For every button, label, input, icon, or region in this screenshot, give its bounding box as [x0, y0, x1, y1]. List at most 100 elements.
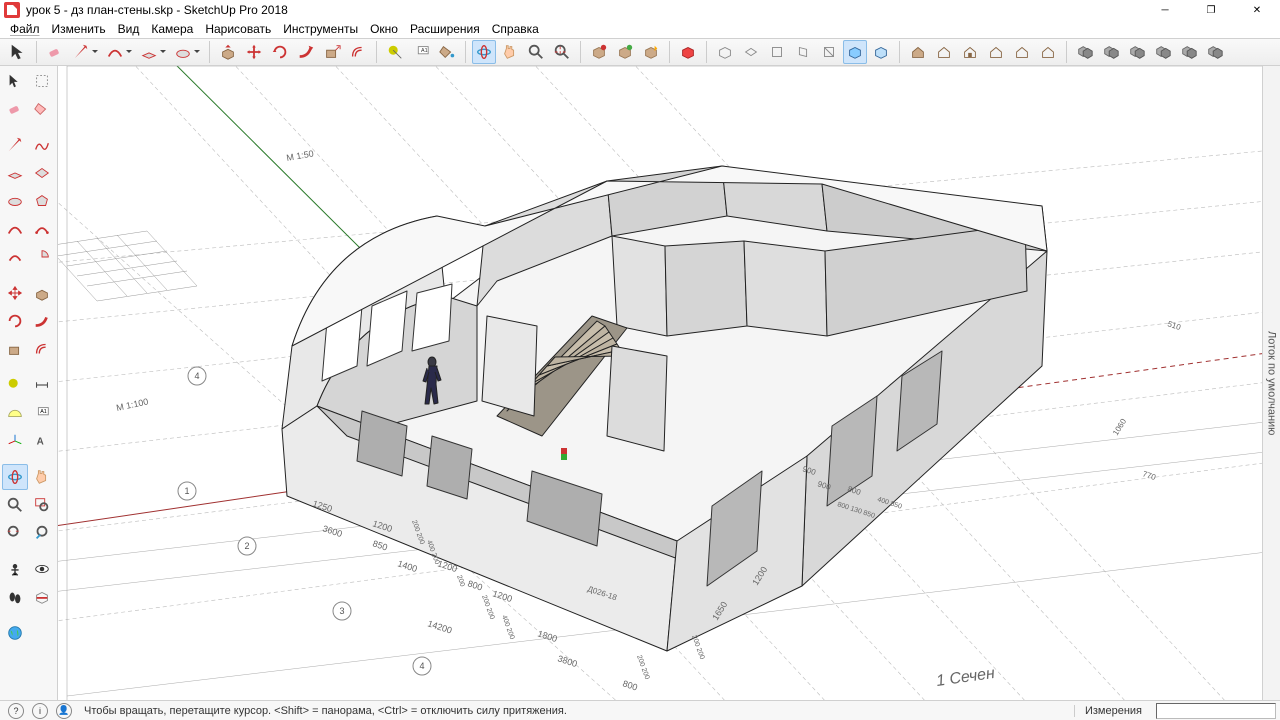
- menu-window[interactable]: Окно: [364, 20, 404, 38]
- svg-text:M 1:50: M 1:50: [286, 148, 315, 163]
- scale-tool[interactable]: [320, 40, 344, 64]
- menu-edit[interactable]: Изменить: [46, 20, 112, 38]
- geo-tool-left[interactable]: [2, 620, 28, 646]
- extension-warehouse-button[interactable]: [676, 40, 700, 64]
- rotated-rect-tool-left[interactable]: [30, 160, 56, 186]
- zoom-previous-tool-left[interactable]: [30, 520, 56, 546]
- 3pt-arc-tool-left[interactable]: [2, 244, 28, 270]
- paint-bucket-tool[interactable]: [435, 40, 459, 64]
- look-around-tool-left[interactable]: [30, 556, 56, 582]
- menu-tools[interactable]: Инструменты: [277, 20, 364, 38]
- house-iso-button[interactable]: [906, 40, 930, 64]
- text-tool-left[interactable]: A1: [30, 400, 56, 426]
- select-tool[interactable]: [6, 40, 30, 64]
- section-tool-left[interactable]: [30, 584, 56, 610]
- svg-text:200 200: 200 200: [635, 654, 650, 680]
- menu-draw[interactable]: Нарисовать: [199, 20, 277, 38]
- orbit-tool-left[interactable]: [2, 464, 28, 490]
- view-front-button[interactable]: [765, 40, 789, 64]
- house-back-button[interactable]: [1010, 40, 1034, 64]
- solid-outer-button[interactable]: [1073, 40, 1097, 64]
- move-tool[interactable]: [242, 40, 266, 64]
- solid-union-button[interactable]: [1125, 40, 1149, 64]
- minimize-button[interactable]: ─: [1142, 0, 1188, 20]
- eraser-tool-left[interactable]: [2, 96, 28, 122]
- follow-me-tool-left[interactable]: [30, 308, 56, 334]
- 3d-warehouse-button[interactable]: [639, 40, 663, 64]
- view-right-button[interactable]: [791, 40, 815, 64]
- arc-tool-left[interactable]: [2, 216, 28, 242]
- tape-tool[interactable]: [383, 40, 407, 64]
- circle-tool-left[interactable]: [2, 188, 28, 214]
- paint-tool-left[interactable]: [30, 96, 56, 122]
- rotate-tool-left[interactable]: [2, 308, 28, 334]
- freehand-tool-left[interactable]: [30, 132, 56, 158]
- house-front-button[interactable]: [958, 40, 982, 64]
- line-tool-left[interactable]: [2, 132, 28, 158]
- user-icon[interactable]: 👤: [56, 703, 72, 719]
- make-component-button[interactable]: [587, 40, 611, 64]
- polygon-tool-left[interactable]: [30, 188, 56, 214]
- close-button[interactable]: ✕: [1234, 0, 1280, 20]
- style-xray-button[interactable]: [869, 40, 893, 64]
- view-back-button[interactable]: [817, 40, 841, 64]
- info-icon[interactable]: i: [32, 703, 48, 719]
- push-pull-tool-left[interactable]: [30, 280, 56, 306]
- solid-subtract-button[interactable]: [1151, 40, 1175, 64]
- measurements-input[interactable]: [1156, 703, 1276, 719]
- arc-tool[interactable]: [103, 40, 127, 64]
- house-left-button[interactable]: [1036, 40, 1060, 64]
- tape-tool-left[interactable]: [2, 372, 28, 398]
- push-pull-tool[interactable]: [216, 40, 240, 64]
- menu-extensions[interactable]: Расширения: [404, 20, 486, 38]
- solid-intersect-button[interactable]: [1099, 40, 1123, 64]
- zoom-tool[interactable]: [524, 40, 548, 64]
- 3d-text-tool-left[interactable]: A: [30, 428, 56, 454]
- pan-tool-left[interactable]: [30, 464, 56, 490]
- offset-tool[interactable]: [346, 40, 370, 64]
- follow-me-tool[interactable]: [294, 40, 318, 64]
- rectangle-tool[interactable]: [137, 40, 161, 64]
- view-iso-button[interactable]: [713, 40, 737, 64]
- circle-tool[interactable]: [171, 40, 195, 64]
- dimension-tool-left[interactable]: [30, 372, 56, 398]
- orbit-tool[interactable]: [472, 40, 496, 64]
- position-camera-tool-left[interactable]: [2, 556, 28, 582]
- help-icon[interactable]: ?: [8, 703, 24, 719]
- house-top-button[interactable]: [932, 40, 956, 64]
- menu-view[interactable]: Вид: [112, 20, 146, 38]
- solid-trim-button[interactable]: [1177, 40, 1201, 64]
- component-tool-left[interactable]: [30, 68, 56, 94]
- menu-file[interactable]: Файл: [4, 20, 46, 38]
- rectangle-tool-left[interactable]: [2, 160, 28, 186]
- rotate-tool[interactable]: [268, 40, 292, 64]
- tray-tab[interactable]: Лоток по умолчанию: [1262, 66, 1280, 700]
- pan-tool[interactable]: [498, 40, 522, 64]
- component-options-button[interactable]: [613, 40, 637, 64]
- view-top-button[interactable]: [739, 40, 763, 64]
- zoom-extents-tool[interactable]: [550, 40, 574, 64]
- walk-tool-left[interactable]: [2, 584, 28, 610]
- scale-tool-left[interactable]: [2, 336, 28, 362]
- zoom-extents-tool-left[interactable]: [2, 520, 28, 546]
- offset-tool-left[interactable]: [30, 336, 56, 362]
- protractor-tool-left[interactable]: [2, 400, 28, 426]
- 2pt-arc-tool-left[interactable]: [30, 216, 56, 242]
- line-tool[interactable]: [69, 40, 93, 64]
- text-tool[interactable]: A1: [409, 40, 433, 64]
- house-right-button[interactable]: [984, 40, 1008, 64]
- select-tool-left[interactable]: [2, 68, 28, 94]
- zoom-tool-left[interactable]: [2, 492, 28, 518]
- view-left-button[interactable]: [843, 40, 867, 64]
- axes-tool-left[interactable]: [2, 428, 28, 454]
- menu-help[interactable]: Справка: [486, 20, 545, 38]
- eraser-tool[interactable]: [43, 40, 67, 64]
- move-tool-left[interactable]: [2, 280, 28, 306]
- model-canvas[interactable]: M 1:100 M 1:50 1 Сечен 1250 3600 1200 85…: [58, 66, 1280, 700]
- menu-camera[interactable]: Камера: [145, 20, 199, 38]
- maximize-button[interactable]: ❐: [1188, 0, 1234, 20]
- zoom-window-tool-left[interactable]: [30, 492, 56, 518]
- pie-tool-left[interactable]: [30, 244, 56, 270]
- solid-split-button[interactable]: [1203, 40, 1227, 64]
- viewport[interactable]: M 1:100 M 1:50 1 Сечен 1250 3600 1200 85…: [58, 66, 1280, 700]
